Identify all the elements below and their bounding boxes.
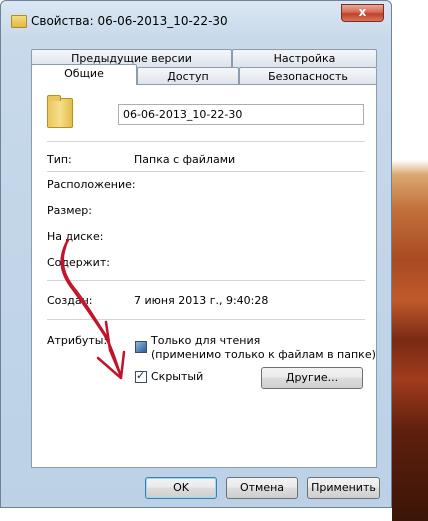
ok-button[interactable]: OK (145, 477, 217, 499)
tab-general[interactable]: Общие (31, 64, 137, 85)
created-value: 7 июня 2013 г., 9:40:28 (134, 294, 269, 307)
separator (47, 171, 365, 172)
tab-customize[interactable]: Настройка (232, 49, 377, 67)
close-button[interactable]: x (341, 4, 384, 22)
readonly-checkbox[interactable] (135, 341, 147, 353)
type-label: Тип: (47, 153, 72, 166)
separator (47, 141, 365, 142)
contains-label: Содержит: (47, 256, 110, 269)
title-bar[interactable]: Свойства: 06-06-2013_10-22-30 x (1, 1, 393, 33)
separator (47, 319, 365, 320)
readonly-label[interactable]: Только для чтения (151, 334, 260, 347)
location-label: Расположение: (47, 178, 136, 191)
type-value: Папка с файлами (134, 153, 236, 166)
cancel-button[interactable]: Отмена (226, 477, 298, 499)
tab-sharing[interactable]: Доступ (137, 67, 239, 85)
attributes-label: Атрибуты: (47, 334, 108, 347)
folder-name-input[interactable] (118, 104, 364, 125)
hidden-checkbox[interactable] (135, 369, 147, 383)
desktop-background (392, 0, 428, 521)
readonly-note: (применимо только к файлам в папке) (151, 348, 376, 361)
advanced-button[interactable]: Другие... (261, 367, 363, 389)
disk-size-label: На диске: (47, 230, 104, 243)
properties-window: Свойства: 06-06-2013_10-22-30 x Предыдущ… (0, 0, 392, 508)
apply-button[interactable]: Применить (307, 477, 380, 499)
folder-icon (11, 15, 27, 28)
window-title: Свойства: 06-06-2013_10-22-30 (31, 14, 228, 28)
created-label: Создан: (47, 294, 93, 307)
size-label: Размер: (47, 204, 92, 217)
tab-security[interactable]: Безопасность (239, 67, 377, 85)
folder-large-icon (47, 95, 73, 128)
hidden-label[interactable]: Скрытый (151, 370, 203, 383)
separator (47, 280, 365, 281)
